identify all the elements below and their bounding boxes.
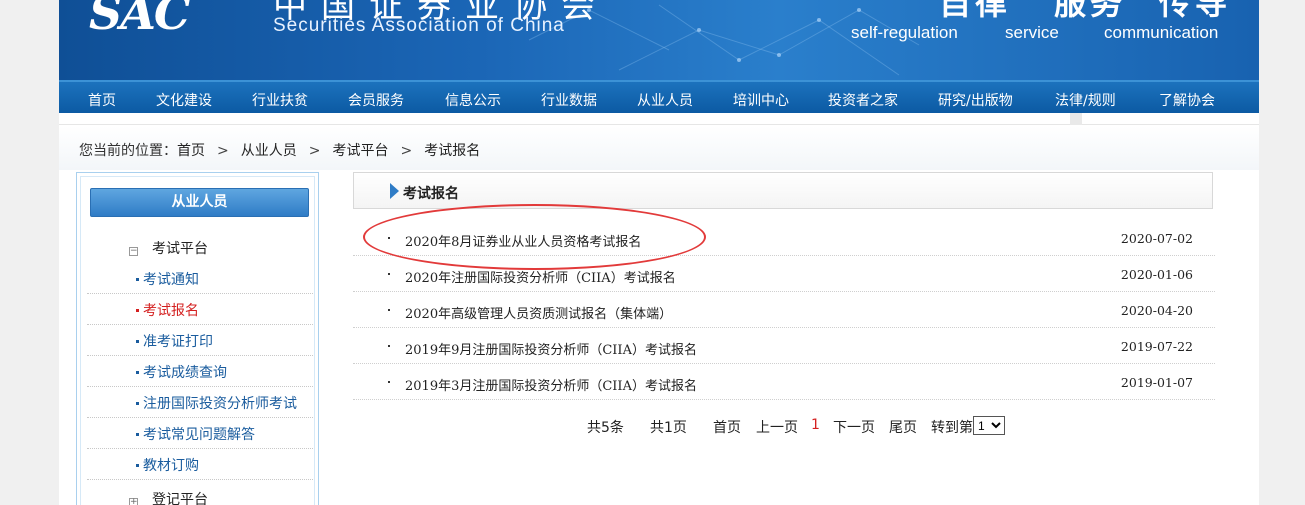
slogan-cn-communication: 传导	[1159, 0, 1232, 22]
list-item[interactable]: 2019年3月注册国际投资分析师（CIIA）考试报名 2019-01-07	[353, 364, 1215, 400]
list-item-title[interactable]: 2019年9月注册国际投资分析师（CIIA）考试报名	[405, 339, 697, 358]
list-item-date: 2019-01-07	[1120, 375, 1193, 390]
sidebar-item-textbook-order[interactable]: 教材订购	[87, 449, 313, 480]
list-item-date: 2020-01-06	[1120, 267, 1193, 282]
nav-item-about[interactable]: 了解协会	[1159, 90, 1215, 110]
sidebar-group-registration-platform[interactable]: + 登记平台	[129, 489, 208, 505]
nav-item-investors[interactable]: 投资者之家	[828, 90, 898, 110]
list-item[interactable]: 2020年8月证券业从业人员资格考试报名 2020-07-02	[353, 220, 1215, 256]
bullet-icon	[136, 464, 139, 467]
breadcrumb-prefix: 您当前的位置：	[79, 143, 177, 159]
sidebar-item-label: 注册国际投资分析师考试	[143, 396, 297, 412]
expand-icon[interactable]: +	[129, 498, 138, 505]
sidebar-group-exam-platform[interactable]: − 考试平台	[129, 238, 208, 258]
pager-first-button[interactable]: 首页	[713, 417, 741, 437]
sidebar-item-admission-ticket[interactable]: 准考证打印	[87, 325, 313, 356]
sidebar-item-exam-notice[interactable]: 考试通知	[87, 263, 313, 294]
nav-item-poverty-relief[interactable]: 行业扶贫	[252, 90, 308, 110]
registration-list: 2020年8月证券业从业人员资格考试报名 2020-07-02 2020年注册国…	[353, 220, 1215, 400]
sidebar-item-exam-registration[interactable]: 考试报名	[87, 294, 313, 325]
pager-current-page: 1	[811, 417, 820, 433]
breadcrumb-bar: 您当前的位置：首页 > 从业人员 > 考试平台 > 考试报名	[59, 126, 1259, 170]
nav-item-law[interactable]: 法律/规则	[1055, 90, 1116, 110]
breadcrumb-separator: >	[217, 143, 229, 159]
nav-item-practitioners[interactable]: 从业人员	[637, 90, 693, 110]
sidebar-title: 从业人员	[90, 188, 309, 217]
collapse-icon[interactable]: −	[129, 247, 138, 256]
bullet-icon	[136, 340, 139, 343]
sidebar-item-ciia-exam[interactable]: 注册国际投资分析师考试	[87, 387, 313, 418]
list-item-title[interactable]: 2020年高级管理人员资质测试报名（集体端）	[405, 303, 672, 322]
pager-prev-button[interactable]: 上一页	[756, 417, 798, 437]
site-frame: SAC 中国证券业协会 Securities Association of Ch…	[59, 0, 1259, 505]
bullet-icon	[388, 381, 390, 383]
pager-next-button[interactable]: 下一页	[833, 417, 875, 437]
breadcrumb: 您当前的位置：首页 > 从业人员 > 考试平台 > 考试报名	[79, 140, 480, 160]
list-item[interactable]: 2019年9月注册国际投资分析师（CIIA）考试报名 2019-07-22	[353, 328, 1215, 364]
sidebar-group-label: 考试平台	[152, 241, 208, 257]
list-item-date: 2020-07-02	[1120, 231, 1193, 246]
breadcrumb-exam-registration[interactable]: 考试报名	[424, 140, 480, 160]
sidebar-item-label: 教材订购	[143, 458, 199, 474]
slogan-en-self-regulation: self-regulation	[851, 23, 958, 42]
main-nav: 首页 文化建设 行业扶贫 会员服务 信息公示 行业数据 从业人员 培训中心 投资…	[59, 80, 1259, 113]
bullet-icon	[388, 309, 390, 311]
bullet-icon	[136, 371, 139, 374]
bullet-icon	[388, 237, 390, 239]
page: SAC 中国证券业协会 Securities Association of Ch…	[0, 0, 1305, 505]
nav-item-training[interactable]: 培训中心	[733, 90, 789, 110]
list-item[interactable]: 2020年高级管理人员资质测试报名（集体端） 2020-04-20	[353, 292, 1215, 328]
sidebar-group-label: 登记平台	[152, 492, 208, 505]
nav-item-industry-data[interactable]: 行业数据	[541, 90, 597, 110]
sidebar-item-label: 考试通知	[143, 272, 199, 288]
header-banner: SAC 中国证券业协会 Securities Association of Ch…	[59, 0, 1259, 80]
nav-under-strip	[59, 113, 1259, 125]
list-item[interactable]: 2020年注册国际投资分析师（CIIA）考试报名 2020-01-06	[353, 256, 1215, 292]
strip-divider	[1070, 113, 1082, 125]
pager-page-count: 共1页	[650, 420, 687, 436]
bullet-icon	[136, 309, 139, 312]
slogan-en-service: service	[1005, 23, 1059, 42]
bullet-icon	[388, 345, 390, 347]
list-item-title[interactable]: 2020年注册国际投资分析师（CIIA）考试报名	[405, 267, 676, 286]
sac-logo[interactable]: SAC	[89, 0, 191, 40]
pager-goto-label: 转到第	[931, 420, 973, 436]
breadcrumb-exam-platform[interactable]: 考试平台	[332, 140, 388, 160]
list-item-title[interactable]: 2019年3月注册国际投资分析师（CIIA）考试报名	[405, 375, 697, 394]
breadcrumb-separator: >	[308, 143, 321, 159]
list-item-date: 2019-07-22	[1120, 339, 1193, 354]
bullet-icon	[136, 278, 139, 281]
list-item-date: 2020-04-20	[1120, 303, 1193, 318]
sidebar-item-label: 准考证打印	[143, 334, 213, 350]
sidebar-inner: 从业人员 − 考试平台 考试通知 考试报名 准考证打印 考试成绩查询 注册国际投…	[80, 176, 315, 505]
slogan-cn-self-regulation: 自律	[939, 0, 1012, 22]
sidebar: 从业人员 − 考试平台 考试通知 考试报名 准考证打印 考试成绩查询 注册国际投…	[76, 172, 319, 505]
breadcrumb-separator: >	[400, 143, 413, 159]
pager-page-select[interactable]: 1	[973, 416, 1005, 435]
bullet-icon	[388, 273, 390, 275]
sidebar-item-faq[interactable]: 考试常见问题解答	[87, 418, 313, 449]
sidebar-item-label: 考试报名	[143, 303, 199, 319]
bullet-icon	[136, 433, 139, 436]
bullet-icon	[136, 402, 139, 405]
breadcrumb-practitioners[interactable]: 从业人员	[241, 140, 297, 160]
sidebar-item-label: 考试常见问题解答	[143, 427, 255, 443]
nav-item-research[interactable]: 研究/出版物	[938, 90, 1013, 110]
sidebar-item-label: 考试成绩查询	[143, 365, 227, 381]
slogan-en-communication: communication	[1104, 23, 1219, 42]
nav-item-culture[interactable]: 文化建设	[156, 90, 212, 110]
nav-item-member-services[interactable]: 会员服务	[348, 90, 404, 110]
nav-item-home[interactable]: 首页	[88, 90, 116, 110]
pager-last-button[interactable]: 尾页	[889, 417, 917, 437]
pager-total-count: 共5条	[587, 420, 624, 436]
sidebar-item-score-query[interactable]: 考试成绩查询	[87, 356, 313, 387]
slogan-cn-service: 服务	[1054, 0, 1127, 22]
logo-english-title: Securities Association of China	[273, 15, 565, 36]
list-item-title[interactable]: 2020年8月证券业从业人员资格考试报名	[405, 231, 641, 250]
triangle-icon	[390, 183, 399, 199]
nav-item-disclosure[interactable]: 信息公示	[445, 90, 501, 110]
content-header: 考试报名	[353, 172, 1213, 209]
breadcrumb-home[interactable]: 首页	[177, 140, 205, 160]
content-title: 考试报名	[403, 186, 459, 202]
